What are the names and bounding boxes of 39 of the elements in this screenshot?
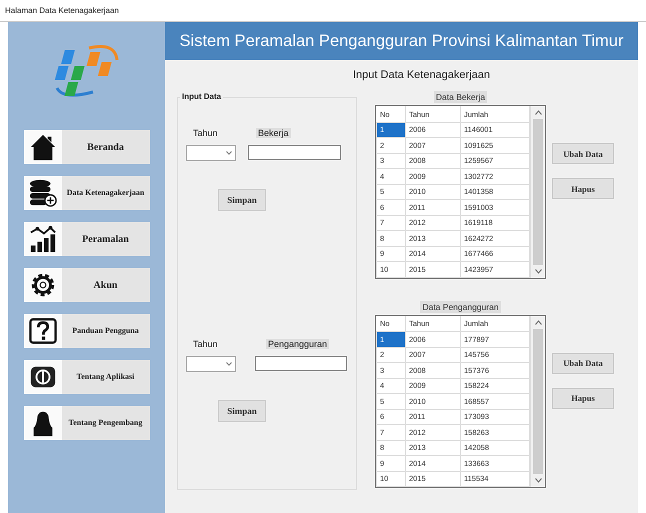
chevron-down-icon [226,151,232,155]
app-title: Sistem Peramalan Pengangguran Provinsi Kalimantan Timur [180,32,624,50]
year-label: Tahun [193,128,218,138]
value-field[interactable] [248,145,341,160]
value-label: Pengangguran [266,339,330,349]
chevron-down-icon [226,362,232,366]
group-title: Input Data [180,92,224,101]
year-dropdown[interactable] [186,356,236,372]
action-button[interactable]: Hapus [552,178,614,199]
scroll-up-icon[interactable] [534,110,542,115]
page-title: Input Data Ketenagakerjaan [352,69,491,81]
action-button[interactable]: Hapus [552,388,614,408]
value-field[interactable] [255,356,347,371]
scrollbar[interactable] [530,106,545,278]
database-add-icon [28,179,56,207]
chart-icon [28,225,56,253]
year-dropdown[interactable] [186,145,236,161]
value-label: Bekerja [256,128,291,138]
sidebar-item[interactable]: Data Ketenagakerjaan [24,176,150,210]
sidebar-item[interactable]: Tentang Aplikasi [24,360,150,394]
action-button[interactable]: Ubah Data [552,143,614,164]
scroll-down-icon[interactable] [534,268,542,274]
sidebar-item[interactable]: Tentang Pengembang [24,406,150,440]
action-button[interactable]: Ubah Data [552,352,614,374]
window-title: Halaman Data Ketenagakerjaan [5,6,119,15]
scroll-down-icon[interactable] [534,478,542,483]
save-button[interactable]: Simpan [218,400,266,422]
house-icon [28,133,56,161]
sidebar-item[interactable]: Akun [24,268,150,302]
scroll-up-icon[interactable] [534,320,542,324]
table-title: Data Pengangguran [420,300,501,312]
year-label: Tahun [193,339,218,349]
save-button[interactable]: Simpan [218,189,266,211]
scrollbar[interactable] [530,316,545,487]
help-icon [28,317,56,345]
sidebar-item[interactable]: Beranda [24,130,150,164]
sidebar-item[interactable]: Peramalan [24,222,150,256]
sidebar-item[interactable]: Panduan Pengguna [24,314,150,348]
table-title: Data Bekerja [434,91,488,103]
